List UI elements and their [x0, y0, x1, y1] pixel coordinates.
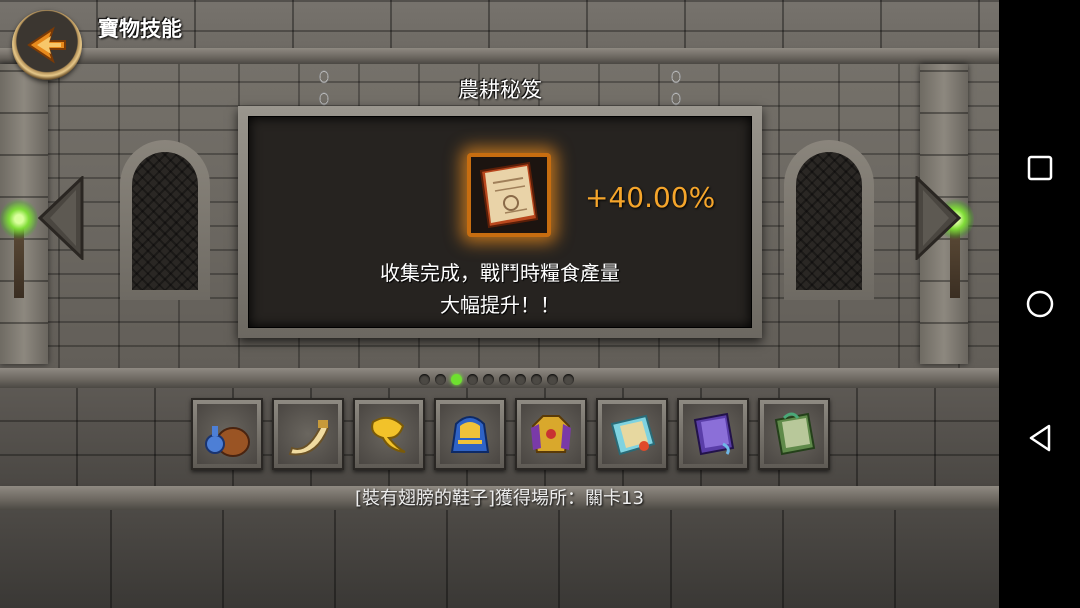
home-button[interactable] — [1022, 286, 1058, 322]
description-line-2: 大幅提升！！ — [440, 293, 560, 317]
treasure-icon-frame — [467, 153, 551, 237]
info-board-panel: +40.00% 收集完成，戰鬥時糧食產量 大幅提升！！ — [248, 116, 752, 328]
back-arrow-icon — [27, 26, 66, 64]
previous-arrow-button[interactable] — [36, 174, 86, 262]
page-dot — [499, 374, 510, 385]
system-back-button[interactable] — [1022, 420, 1058, 456]
acquisition-location-text: [裝有翅膀的鞋子]獲得場所：關卡13 — [355, 488, 644, 509]
treasure-description: 收集完成，戰鬥時糧食產量 大幅提升！！ — [249, 257, 751, 321]
horn-icon — [288, 420, 330, 456]
description-line-1: 收集完成，戰鬥時糧食產量 — [380, 261, 620, 285]
golden-leaf-icon — [371, 416, 406, 453]
page-dot — [515, 374, 526, 385]
torch-left — [0, 198, 38, 298]
right-arrow-icon — [915, 174, 962, 262]
page-dot — [435, 374, 446, 385]
recent-apps-icon — [1027, 155, 1053, 181]
recent-apps-button[interactable] — [1022, 150, 1058, 186]
page-dot — [483, 374, 494, 385]
back-icon — [1029, 424, 1051, 452]
page-dot — [547, 374, 558, 385]
stone-floor — [0, 510, 999, 608]
bonus-value: +40.00% — [585, 181, 716, 214]
back-button[interactable] — [12, 10, 82, 80]
recipe-book-icon — [479, 161, 539, 229]
scroll-map-icon — [610, 414, 656, 456]
barred-window-right — [784, 140, 874, 300]
next-arrow-button[interactable] — [913, 174, 963, 262]
game-screen: 寶物技能 農耕秘笈 +40.00% 收集完成，戰鬥時糧食產量 大幅提升！！ [裝… — [0, 0, 999, 608]
stone-ledge-top — [0, 48, 999, 64]
android-navigation-bar — [999, 0, 1080, 608]
treasure-slot[interactable] — [677, 398, 749, 470]
barred-window-left — [120, 140, 210, 300]
page-indicator — [419, 374, 574, 385]
page-dot-active — [451, 374, 462, 385]
left-arrow-icon — [37, 174, 84, 262]
treasure-slot[interactable] — [272, 398, 344, 470]
screen-title: 寶物技能 — [98, 17, 182, 41]
treasure-slot-row — [191, 398, 830, 470]
treasure-info-board: +40.00% 收集完成，戰鬥時糧食產量 大幅提升！！ — [238, 106, 762, 338]
page-dot — [467, 374, 478, 385]
pharaoh-headdress-icon — [450, 416, 490, 453]
page-dot — [563, 374, 574, 385]
treasure-slot[interactable] — [515, 398, 587, 470]
treasure-slot[interactable] — [434, 398, 506, 470]
page-dot — [531, 374, 542, 385]
potion-and-pouch-icon — [205, 426, 250, 457]
page-dot — [419, 374, 430, 385]
treasure-slot[interactable] — [758, 398, 830, 470]
treasure-slot[interactable] — [596, 398, 668, 470]
golden-armor-icon — [531, 415, 571, 453]
treasure-slot[interactable] — [353, 398, 425, 470]
treasure-name: 農耕秘笈 — [458, 78, 542, 102]
purple-book-icon — [693, 412, 735, 456]
treasure-slot[interactable] — [191, 398, 263, 470]
home-icon — [1026, 290, 1054, 318]
green-book-icon — [774, 412, 816, 456]
